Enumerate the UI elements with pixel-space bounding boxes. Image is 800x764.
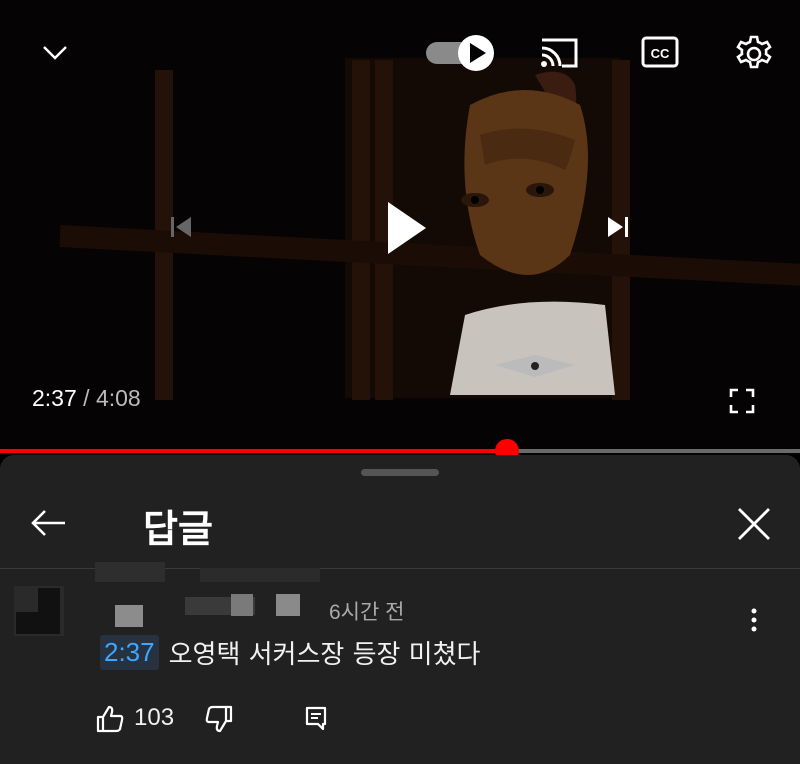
back-arrow-icon[interactable] (26, 503, 70, 543)
comment-body: 2:37 오영택 서커스장 등장 미쳤다 (100, 634, 480, 671)
close-icon[interactable] (732, 502, 776, 546)
duration: 4:08 (95, 385, 141, 411)
skip-previous-icon[interactable] (165, 210, 197, 244)
scene-bar (352, 60, 370, 400)
time-separator: / (83, 385, 90, 411)
thumbs-down-icon[interactable] (203, 703, 235, 735)
thumbs-up-icon[interactable] (94, 703, 126, 735)
skip-next-icon[interactable] (602, 210, 634, 244)
fullscreen-icon[interactable] (727, 386, 757, 416)
playback-time: 2:37 / 4:08 (32, 385, 141, 412)
comment-text: 오영택 서커스장 등장 미쳤다 (168, 640, 481, 670)
video-player[interactable]: CC 2:37 / 4:08 (0, 0, 800, 455)
redacted-area (200, 568, 320, 582)
autoplay-toggle-icon[interactable] (424, 33, 498, 73)
panel-title: 답글 (143, 507, 213, 551)
comment-age: 6시간 전 (329, 601, 405, 624)
current-time: 2:37 (32, 385, 77, 411)
more-vert-icon[interactable] (740, 603, 768, 637)
like-count: 103 (134, 704, 175, 731)
captions-icon[interactable]: CC (640, 34, 680, 70)
reply-icon[interactable] (301, 703, 331, 733)
character-figure (450, 71, 615, 395)
avatar[interactable] (14, 586, 64, 636)
play-icon[interactable] (378, 195, 434, 261)
svg-text:CC: CC (651, 46, 670, 61)
redacted-area (95, 562, 165, 582)
cast-icon[interactable] (537, 34, 581, 72)
redacted-area (276, 594, 300, 616)
progress-played (0, 449, 508, 453)
redacted-area (115, 605, 143, 627)
gear-icon[interactable] (733, 32, 775, 74)
drag-handle[interactable] (361, 469, 439, 476)
redacted-area (231, 594, 253, 616)
timestamp-link[interactable]: 2:37 (100, 635, 159, 670)
chevron-down-icon[interactable] (35, 32, 75, 72)
